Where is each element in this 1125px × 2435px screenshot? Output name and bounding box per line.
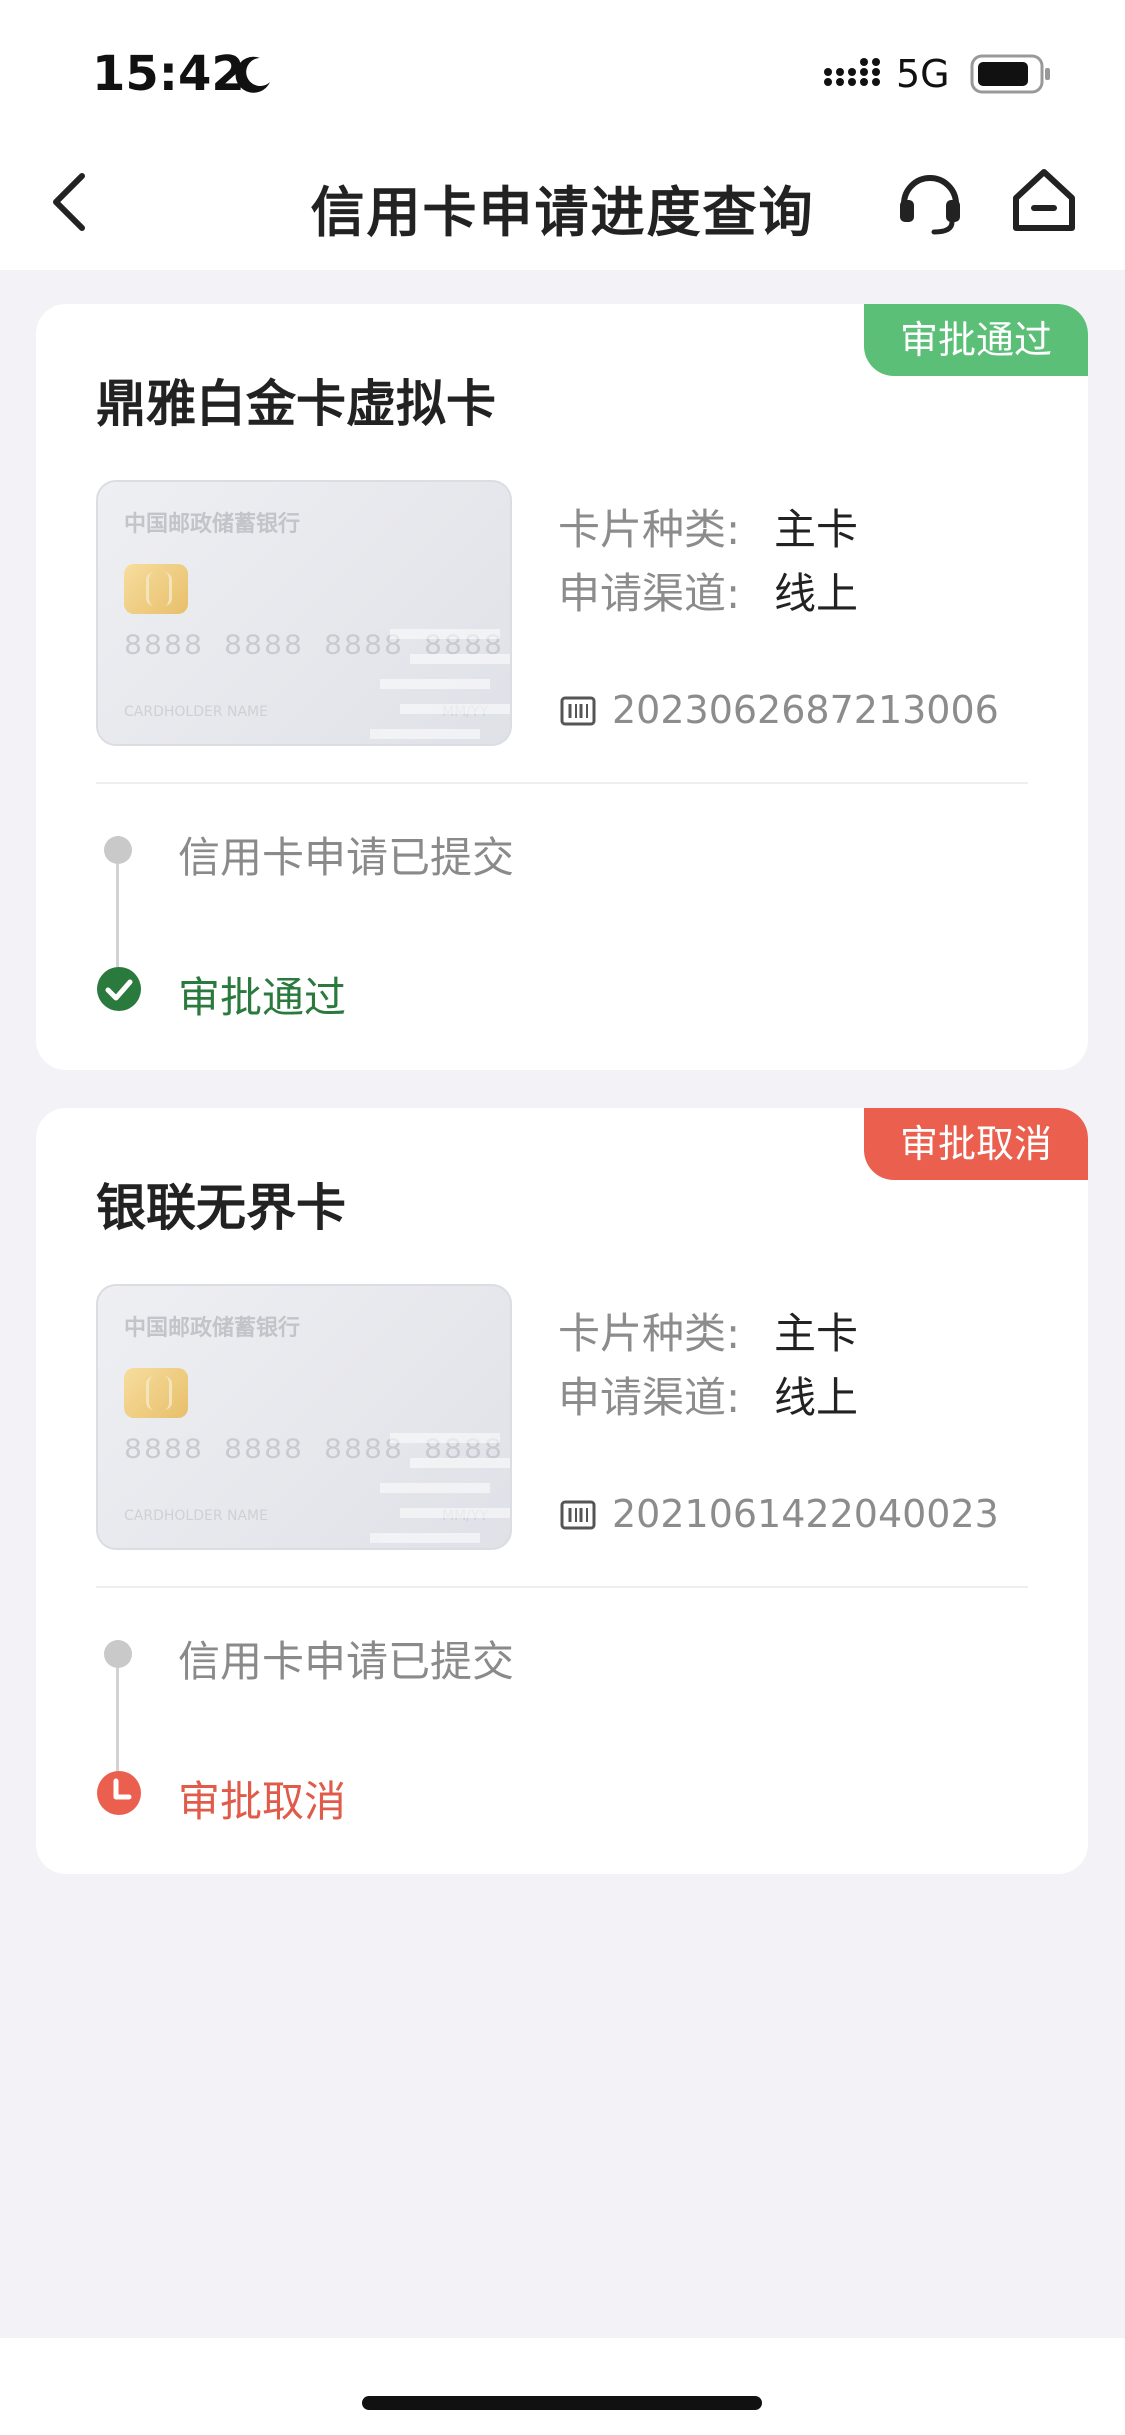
step-dot (104, 1640, 132, 1668)
chip-icon (124, 564, 188, 614)
barcode-icon (560, 1500, 596, 1530)
card-image: 中国邮政储蓄银行 8888 8888 8888 8888 CARDHOLDER … (96, 1284, 512, 1550)
chip-icon (124, 1368, 188, 1418)
status-time: 15:42 (92, 46, 245, 102)
bank-logo-watermark-icon (370, 1433, 510, 1543)
card-type-value: 主卡 (774, 1309, 859, 1358)
step-result-label: 审批取消 (178, 1777, 347, 1826)
headset-icon[interactable] (894, 164, 966, 236)
card-holder: CARDHOLDER NAME (124, 1508, 268, 1524)
divider (96, 1586, 1028, 1588)
signal-icon (824, 58, 880, 86)
step-submitted-label: 信用卡申请已提交 (178, 1637, 515, 1686)
card-type-value: 主卡 (774, 505, 859, 554)
barcode-icon (560, 696, 596, 726)
card-type-label: 卡片种类: (558, 1309, 741, 1358)
step-submitted-label: 信用卡申请已提交 (178, 833, 515, 882)
card-image: 中国邮政储蓄银行 8888 8888 8888 8888 CARDHOLDER … (96, 480, 512, 746)
status-badge: 审批通过 (863, 304, 1088, 376)
application-card[interactable]: 审批取消 银联无界卡 中国邮政储蓄银行 8888 8888 8888 8888 … (36, 1108, 1088, 1874)
moon-icon (235, 56, 270, 93)
card-holder: CARDHOLDER NAME (124, 704, 268, 720)
channel-label: 申请渠道: (558, 1373, 741, 1422)
bottom-bar (0, 2338, 1125, 2435)
step-dot (104, 836, 132, 864)
home-icon[interactable] (1008, 164, 1080, 236)
divider (96, 782, 1028, 784)
clock-icon (97, 1771, 141, 1815)
status-badge: 审批取消 (863, 1108, 1088, 1180)
card-type-label: 卡片种类: (558, 505, 741, 554)
channel-label: 申请渠道: (558, 569, 741, 618)
application-number: 2021061422040023 (612, 1492, 999, 1536)
home-indicator[interactable] (362, 2396, 762, 2410)
channel-value: 线上 (774, 569, 859, 618)
application-card[interactable]: 审批通过 鼎雅白金卡虚拟卡 中国邮政储蓄银行 8888 8888 8888 88… (36, 304, 1088, 1070)
card-bank-name: 中国邮政储蓄银行 (124, 512, 301, 537)
step-result-label: 审批通过 (178, 973, 347, 1022)
product-name: 鼎雅白金卡虚拟卡 (96, 375, 496, 433)
application-number: 2023062687213006 (612, 688, 999, 732)
channel-value: 线上 (774, 1373, 859, 1422)
product-name: 银联无界卡 (96, 1179, 346, 1237)
card-bank-name: 中国邮政储蓄银行 (124, 1316, 301, 1341)
status-bar: 15:42 5G (0, 0, 1125, 150)
check-circle-icon (97, 967, 141, 1011)
network-label: 5G (896, 52, 950, 96)
battery-icon (970, 54, 1050, 94)
bank-logo-watermark-icon (370, 629, 510, 739)
